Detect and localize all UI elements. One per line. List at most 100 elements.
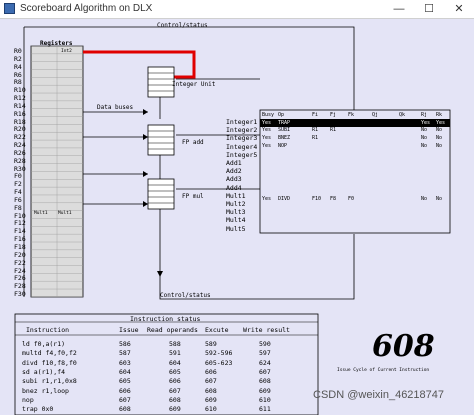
register-name: F4 xyxy=(14,188,22,197)
watermark: CSDN @weixin_46218747 xyxy=(313,389,445,401)
instruction-table-cell: multd f4,f0,f2 xyxy=(22,349,77,358)
instruction-table-cell: 607 xyxy=(205,377,217,386)
instruction-table-header: Read operands xyxy=(147,326,198,334)
fu-table-header: Op xyxy=(278,112,285,118)
register-name: R30 xyxy=(14,164,26,173)
register-name: R24 xyxy=(14,141,26,150)
fu-table-cell: No xyxy=(421,196,428,202)
fp-add-label: FP add xyxy=(182,139,204,146)
instruction-table-cell: 608 xyxy=(169,395,181,404)
register-name: R4 xyxy=(14,62,22,71)
functional-unit-name: Mult1 xyxy=(226,191,246,200)
register-name: R20 xyxy=(14,125,26,134)
instruction-table-cell: 609 xyxy=(169,405,181,414)
diagram-canvas: Control/status Registers Int2 Data buses… xyxy=(0,19,474,415)
register-name: F30 xyxy=(14,290,26,299)
minimize-button[interactable]: — xyxy=(386,1,412,17)
register-name: F16 xyxy=(14,235,26,244)
functional-unit-name: Integer1 xyxy=(226,118,258,126)
control-status-bottom-label: Control/status xyxy=(160,292,211,299)
reg-int2-label: Int2 xyxy=(61,49,72,54)
functional-unit-name: Integer2 xyxy=(226,126,258,135)
fu-table-cell: No xyxy=(436,143,443,149)
register-name: R22 xyxy=(14,133,26,142)
instruction-table-cell: 604 xyxy=(119,367,131,376)
fu-table-cell: F10 xyxy=(312,196,322,202)
register-name: F8 xyxy=(14,203,22,212)
instruction-table-cell: 624 xyxy=(259,358,271,367)
instruction-table-cell: 587 xyxy=(119,349,131,358)
instruction-table-cell: 604 xyxy=(169,358,181,367)
instruction-table-cell: ld f0,a(r1) xyxy=(22,340,66,348)
functional-unit-name: Mult2 xyxy=(226,200,246,208)
instruction-table-cell: 592-596 xyxy=(205,349,233,358)
fu-table-cell: F0 xyxy=(348,196,355,202)
instruction-table-cell: 611 xyxy=(259,405,271,414)
instruction-table-cell: 606 xyxy=(169,377,181,386)
register-name: F20 xyxy=(14,250,26,259)
instruction-table-cell: divd f10,f8,f0 xyxy=(22,358,77,367)
register-name: F26 xyxy=(14,274,26,283)
instruction-table-header: Excute xyxy=(205,326,229,334)
register-name: R2 xyxy=(14,54,22,63)
instruction-table-cell: sd a(r1),f4 xyxy=(22,367,66,376)
instruction-table-cell: 603 xyxy=(119,358,131,367)
functional-unit-name: Add3 xyxy=(226,175,242,184)
register-name: F28 xyxy=(14,282,26,291)
fu-table-header: Busy xyxy=(262,112,275,118)
register-name: R12 xyxy=(14,94,26,103)
functional-unit-name: Integer5 xyxy=(226,150,258,159)
instruction-table-cell: 609 xyxy=(205,395,217,404)
fu-table-cell: R1 xyxy=(312,127,319,133)
fu-table-cell: Yes xyxy=(262,143,272,149)
fu-table-header: Qk xyxy=(399,112,406,118)
fu-table-cell: DIVD xyxy=(278,196,291,202)
fu-table-cell: NOP xyxy=(278,143,288,149)
instruction-table-cell: trap 0x0 xyxy=(22,405,54,414)
app-icon xyxy=(4,3,15,14)
register-name: R10 xyxy=(14,86,26,95)
instruction-table-cell: 608 xyxy=(205,386,217,395)
fu-table-cell: No xyxy=(436,135,443,141)
instruction-status-title: Instruction status xyxy=(130,315,201,323)
reg-mult1-label-a: Mult1 xyxy=(34,211,48,216)
fu-table-header: Fj xyxy=(330,112,337,118)
register-name: F14 xyxy=(14,227,26,236)
functional-unit-name: Mult5 xyxy=(226,224,246,233)
data-buses-label: Data buses xyxy=(97,104,134,111)
register-name: F22 xyxy=(14,258,26,267)
control-status-top-label: Control/status xyxy=(157,22,208,29)
instruction-table-cell: 608 xyxy=(119,405,131,414)
fu-table-cell: Yes xyxy=(262,196,272,202)
register-name: R8 xyxy=(14,78,22,87)
register-name: R0 xyxy=(14,47,22,55)
register-name: F2 xyxy=(14,180,22,189)
functional-unit-name: Mult3 xyxy=(226,208,246,217)
instruction-table-cell: 607 xyxy=(259,367,271,376)
instruction-table-cell: 607 xyxy=(119,395,131,404)
instruction-table-cell: 605-623 xyxy=(205,358,233,367)
functional-unit-name: Add4 xyxy=(226,183,242,192)
instruction-table-cell: 609 xyxy=(259,386,271,395)
instruction-table-header: Write result xyxy=(243,326,290,334)
current-cycle-value: 608 xyxy=(372,329,435,364)
fu-table-header: Fk xyxy=(348,112,355,118)
integer-unit-box xyxy=(147,66,175,98)
fu-table-cell: No xyxy=(436,127,443,133)
instruction-table-cell: 610 xyxy=(259,395,271,404)
instruction-table-cell: 610 xyxy=(205,405,217,414)
registers-label: Registers xyxy=(40,40,73,47)
fu-table-cell: R1 xyxy=(312,135,319,141)
reg-mult1-label-b: Mult1 xyxy=(58,211,72,216)
instruction-table-cell: 608 xyxy=(259,377,271,386)
functional-unit-name: Add2 xyxy=(226,167,242,176)
register-name: R14 xyxy=(14,101,26,110)
register-name: R26 xyxy=(14,148,26,157)
functional-unit-name: Integer3 xyxy=(226,134,258,143)
instruction-table-cell: 597 xyxy=(259,349,271,358)
fu-table-cell: No xyxy=(421,143,428,149)
close-button[interactable]: ✕ xyxy=(446,1,472,17)
fu-table-header: Rj xyxy=(421,112,428,118)
register-name: R6 xyxy=(14,70,22,79)
maximize-button[interactable]: ☐ xyxy=(416,1,442,17)
